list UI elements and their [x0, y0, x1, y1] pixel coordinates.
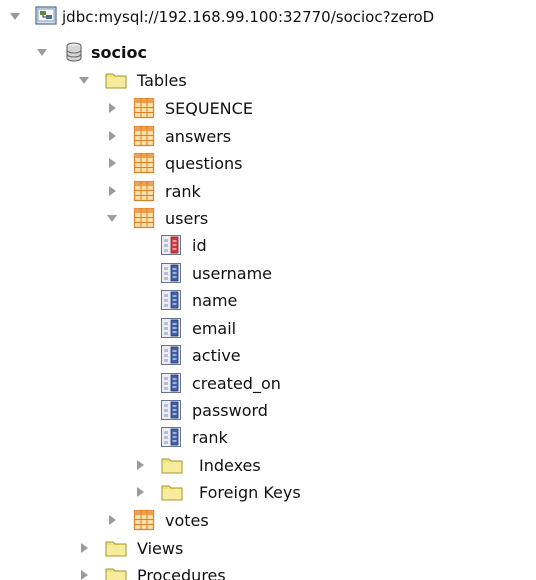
table-icon [133, 125, 155, 147]
database-icon [66, 42, 82, 62]
table-icon [133, 97, 155, 119]
tree-node-tables-folder[interactable]: Tables [0, 68, 536, 95]
procedures-folder-label: Procedures [137, 566, 226, 580]
database-tree: jdbc:mysql://192.168.99.100:32770/socioc… [0, 0, 536, 580]
column-icon [161, 290, 181, 310]
column-label: name [192, 291, 238, 310]
table-label: users [165, 209, 209, 228]
expand-toggle[interactable] [137, 487, 144, 497]
expand-toggle[interactable] [109, 131, 116, 141]
folder-icon [105, 73, 127, 89]
table-label: votes [165, 511, 209, 530]
tree-node-column[interactable]: name [0, 288, 536, 315]
tree-node-column[interactable]: created_on [0, 371, 536, 398]
column-label: username [192, 264, 272, 283]
db-connection-icon [35, 6, 57, 25]
table-label: SEQUENCE [165, 99, 253, 118]
tree-node-column[interactable]: email [0, 316, 536, 343]
tree-node-column[interactable]: password [0, 398, 536, 425]
tree-node-table-users[interactable]: users [0, 206, 536, 233]
tree-node-schema-socioc[interactable]: socioc [0, 40, 536, 67]
tree-node-table[interactable]: rank [0, 179, 536, 206]
expand-toggle[interactable] [109, 103, 116, 113]
column-icon [161, 263, 181, 283]
expand-toggle[interactable] [81, 570, 88, 580]
tree-node-foreign-keys-folder[interactable]: Foreign Keys [0, 480, 536, 507]
folder-icon [105, 568, 127, 580]
tree-node-column[interactable]: id [0, 233, 536, 260]
tree-node-table[interactable]: questions [0, 151, 536, 178]
primary-key-column-icon [161, 235, 181, 255]
foreign-keys-folder-label: Foreign Keys [199, 483, 301, 502]
tree-node-table[interactable]: SEQUENCE [0, 96, 536, 123]
connection-label: jdbc:mysql://192.168.99.100:32770/socioc… [62, 8, 435, 26]
tree-node-indexes-folder[interactable]: Indexes [0, 453, 536, 480]
views-folder-label: Views [137, 539, 184, 558]
expand-toggle[interactable] [109, 515, 116, 525]
column-label: created_on [192, 374, 281, 393]
folder-icon [161, 485, 183, 501]
table-icon [133, 152, 155, 174]
expand-toggle[interactable] [109, 186, 116, 196]
column-icon [161, 318, 181, 338]
expand-toggle[interactable] [137, 460, 144, 470]
column-label: active [192, 346, 241, 365]
table-label: answers [165, 127, 232, 146]
expand-toggle[interactable] [109, 158, 116, 168]
tables-folder-label: Tables [137, 71, 187, 90]
column-icon [161, 345, 181, 365]
column-label: password [192, 401, 268, 420]
expand-toggle[interactable] [107, 215, 117, 222]
schema-label: socioc [91, 43, 147, 62]
tree-node-column[interactable]: username [0, 261, 536, 288]
folder-icon [161, 458, 183, 474]
tree-node-connection[interactable]: jdbc:mysql://192.168.99.100:32770/socioc… [0, 4, 536, 31]
table-icon [133, 509, 155, 531]
tree-node-views-folder[interactable]: Views [0, 536, 536, 563]
column-label: id [192, 236, 207, 255]
table-icon [133, 180, 155, 202]
column-icon [161, 400, 181, 420]
column-icon [161, 373, 181, 393]
expand-toggle[interactable] [10, 13, 20, 20]
tree-node-table[interactable]: answers [0, 124, 536, 151]
folder-icon [105, 541, 127, 557]
expand-toggle[interactable] [81, 543, 88, 553]
tree-node-column[interactable]: rank [0, 425, 536, 452]
indexes-folder-label: Indexes [199, 456, 261, 475]
expand-toggle[interactable] [37, 49, 47, 56]
tree-node-column[interactable]: active [0, 343, 536, 370]
tree-node-procedures-folder[interactable]: Procedures [0, 563, 536, 580]
column-icon [161, 427, 181, 447]
column-label: email [192, 319, 237, 338]
table-label: rank [165, 182, 201, 201]
tree-node-table[interactable]: votes [0, 508, 536, 535]
column-label: rank [192, 428, 228, 447]
expand-toggle[interactable] [79, 77, 89, 84]
table-icon [133, 207, 155, 229]
table-label: questions [165, 154, 243, 173]
